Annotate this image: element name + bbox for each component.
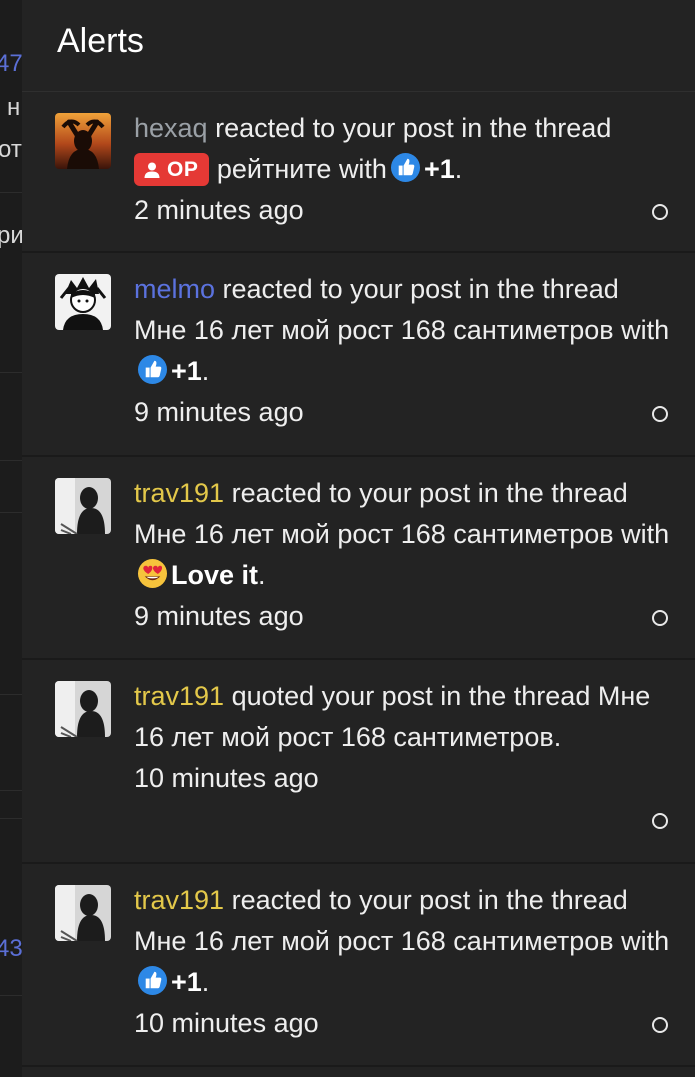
background-divider	[0, 694, 22, 695]
alert-username[interactable]: trav191	[134, 885, 224, 915]
mark-read-toggle[interactable]	[652, 1017, 668, 1033]
background-divider	[0, 790, 22, 791]
alert-with: with	[621, 519, 670, 549]
op-badge-label: OP	[167, 158, 199, 181]
alert-period: .	[258, 560, 266, 590]
alert-time: 9 minutes ago	[134, 397, 304, 427]
heart-eyes-icon	[137, 558, 168, 589]
alert-username[interactable]: trav191	[134, 681, 224, 711]
mark-read-toggle[interactable]	[652, 406, 668, 422]
background-text-fragment: 47	[0, 50, 22, 77]
background-divider	[0, 192, 22, 193]
alert-action: reacted to your post in the thread	[222, 274, 619, 304]
user-avatar-image	[55, 681, 111, 737]
alert-time: 10 minutes ago	[134, 1008, 319, 1038]
alert-text: trav191 reacted to your post in the thre…	[134, 880, 674, 1044]
mark-read-toggle[interactable]	[652, 610, 668, 626]
user-icon	[144, 162, 160, 178]
alerts-panel: Alerts hexaq reacted to your post in the…	[22, 0, 695, 1077]
background-text-fragment: ри	[0, 222, 22, 249]
alert-action: reacted to your post in the thread	[231, 478, 628, 508]
thumbs-up-icon	[137, 354, 168, 385]
mark-read-toggle[interactable]	[652, 204, 668, 220]
user-avatar-image	[55, 478, 111, 534]
alert-text: hexaq reacted to your post in the thread…	[134, 108, 674, 231]
avatar[interactable]	[55, 478, 111, 534]
alert-username[interactable]: trav191	[134, 478, 224, 508]
thumbs-up-icon	[390, 152, 421, 183]
background-text-fragment: от	[0, 136, 22, 163]
alert-period: .	[553, 722, 562, 752]
thread-title-link[interactable]: рейтните	[217, 154, 332, 184]
reaction-name: Love it	[171, 560, 259, 590]
avatar[interactable]	[55, 885, 111, 941]
thread-title-link[interactable]: Мне 16 лет мой рост 168 сантиметров	[134, 315, 614, 345]
background-divider	[0, 512, 22, 513]
reaction-name: +1	[171, 356, 202, 386]
alert-with: with	[338, 154, 387, 184]
background-text-fragment: 43	[0, 935, 22, 962]
alert-period: .	[201, 356, 210, 386]
thread-title-link[interactable]: Мне 16 лет мой рост 168 сантиметров	[134, 519, 614, 549]
alert-action: reacted to your post in the thread	[231, 885, 628, 915]
alert-item[interactable]: trav191 reacted to your post in the thre…	[22, 457, 695, 660]
alert-username[interactable]: hexaq	[134, 113, 208, 143]
background-divider	[0, 460, 22, 461]
alert-item[interactable]: trav191 quoted your post in the thread М…	[22, 660, 695, 864]
alert-item[interactable]: hexaq reacted to your post in the thread…	[22, 92, 695, 253]
background-divider	[0, 995, 22, 996]
background-divider	[0, 818, 22, 819]
alert-action: reacted to your post in the thread	[215, 113, 612, 143]
thumbs-up-icon	[137, 965, 168, 996]
user-avatar-image	[55, 113, 111, 169]
avatar[interactable]	[55, 113, 111, 169]
alert-period: .	[201, 967, 210, 997]
background-page: 47 н от ри 43	[0, 0, 22, 1077]
alert-text: melmo reacted to your post in the thread…	[134, 269, 674, 433]
mark-read-toggle[interactable]	[652, 813, 668, 829]
alert-username[interactable]: melmo	[134, 274, 215, 304]
alert-time: 9 minutes ago	[134, 601, 304, 631]
reaction-name: +1	[171, 967, 202, 997]
alert-action: quoted your post in the thread	[231, 681, 591, 711]
background-text-fragment: н	[7, 94, 21, 121]
alerts-list: hexaq reacted to your post in the thread…	[22, 92, 695, 1067]
alert-item[interactable]: trav191 reacted to your post in the thre…	[22, 864, 695, 1067]
alert-text: trav191 reacted to your post in the thre…	[134, 473, 674, 637]
alert-with: with	[621, 315, 670, 345]
alert-time: 2 minutes ago	[134, 195, 304, 225]
thread-title-link[interactable]: Мне 16 лет мой рост 168 сантиметров	[134, 926, 614, 956]
alert-with: with	[621, 926, 670, 956]
user-avatar-image	[55, 885, 111, 941]
alert-time: 10 minutes ago	[134, 763, 319, 793]
avatar[interactable]	[55, 681, 111, 737]
alert-item[interactable]: melmo reacted to your post in the thread…	[22, 253, 695, 457]
user-avatar-image	[55, 274, 111, 330]
background-divider	[0, 372, 22, 373]
op-badge: OP	[134, 153, 210, 186]
alert-text: trav191 quoted your post in the thread М…	[134, 676, 674, 799]
alert-period: .	[454, 154, 463, 184]
avatar[interactable]	[55, 274, 111, 330]
reaction-name: +1	[423, 154, 455, 184]
panel-title: Alerts	[57, 22, 144, 60]
